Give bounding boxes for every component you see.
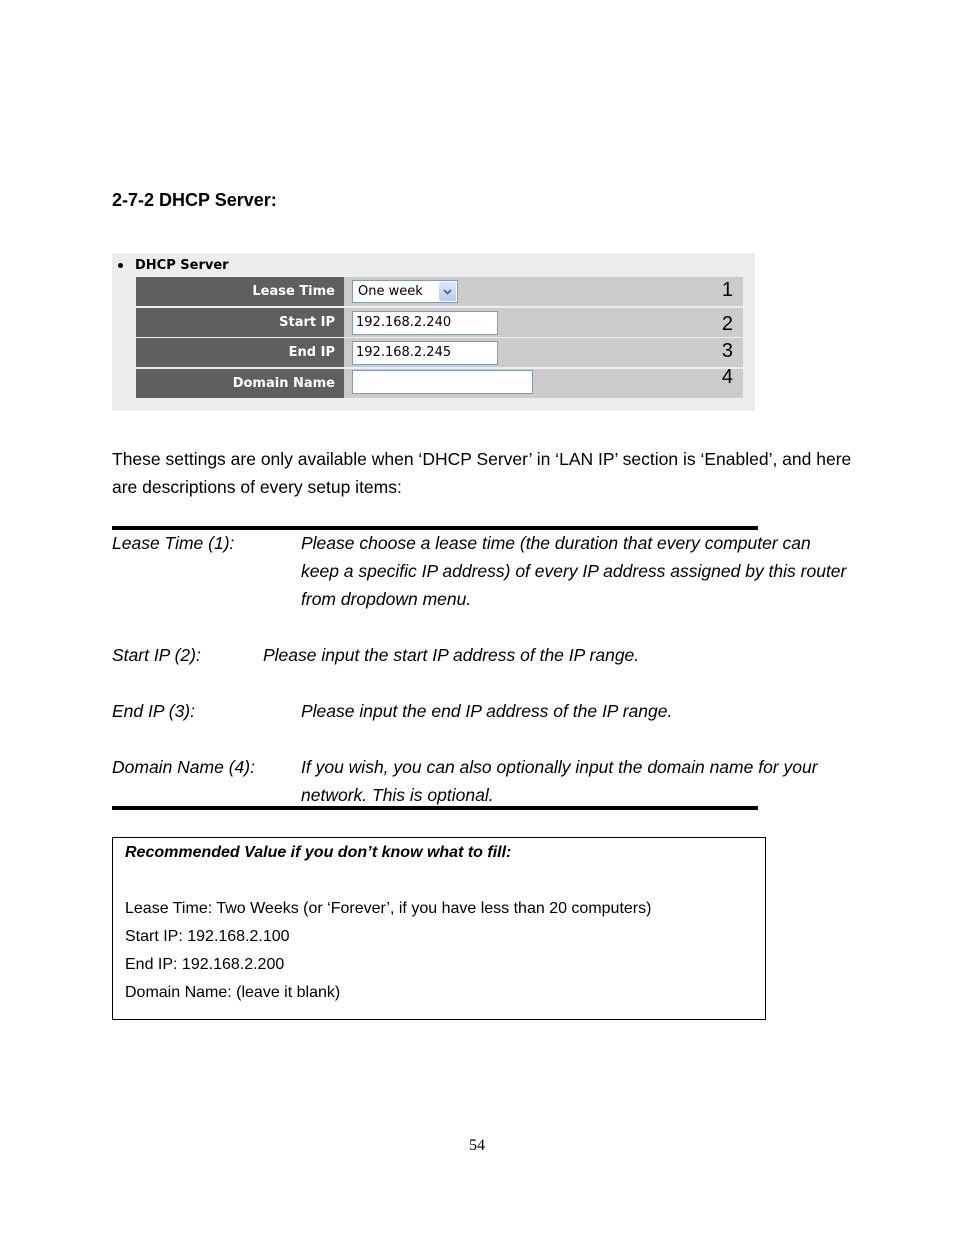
description-definition: Please choose a lease time (the duration… — [301, 533, 847, 609]
panel-title-text: DHCP Server — [135, 258, 229, 273]
callout-number: 2 — [721, 313, 733, 335]
description-definition: Please input the start IP address of the… — [263, 645, 640, 665]
dhcp-server-panel: DHCP Server Lease Time One week 1 Start … — [112, 253, 755, 411]
panel-title: DHCP Server — [118, 258, 229, 273]
intro-paragraph: These settings are only available when ‘… — [112, 449, 852, 497]
callout-number: 1 — [721, 279, 733, 301]
description-definition: If you wish, you can also optionally inp… — [301, 757, 818, 805]
recommended-line: End IP: 192.168.2.200 — [125, 956, 285, 973]
section-heading: 2-7-2 DHCP Server: — [112, 190, 277, 210]
description-term: Lease Time (1): — [112, 533, 235, 553]
chevron-down-icon — [443, 288, 452, 295]
recommended-title: Recommended Value if you don’t know what… — [125, 844, 512, 861]
domain-name-input[interactable] — [352, 370, 533, 394]
description-term: Domain Name (4): — [112, 757, 255, 777]
domain-name-cell: 4 — [346, 366, 743, 398]
description-definition: Please input the end IP address of the I… — [301, 701, 673, 721]
end-ip-row: End IP 192.168.2.245 3 — [136, 338, 743, 367]
start-ip-cell: 192.168.2.240 2 — [346, 308, 743, 337]
lease-time-row: Lease Time One week 1 — [136, 277, 743, 306]
start-ip-row: Start IP 192.168.2.240 2 — [136, 308, 743, 337]
bullet-icon — [118, 263, 123, 268]
start-ip-label: Start IP — [136, 308, 346, 337]
end-ip-cell: 192.168.2.245 3 — [346, 338, 743, 367]
lease-time-label: Lease Time — [136, 277, 346, 306]
recommended-line: Lease Time: Two Weeks (or ‘Forever’, if … — [125, 900, 652, 917]
description-term: Start IP (2): — [112, 645, 201, 665]
lease-time-cell: One week 1 — [346, 277, 743, 306]
recommended-line: Start IP: 192.168.2.100 — [125, 928, 290, 945]
page-number: 54 — [469, 1137, 485, 1154]
domain-name-row: Domain Name 4 — [136, 366, 743, 398]
end-ip-label: End IP — [136, 338, 346, 367]
description-term: End IP (3): — [112, 701, 195, 721]
domain-name-label: Domain Name — [136, 369, 346, 398]
callout-number: 3 — [721, 340, 733, 362]
lease-time-select[interactable]: One week — [352, 280, 458, 303]
start-ip-input[interactable]: 192.168.2.240 — [352, 311, 498, 335]
dropdown-button[interactable] — [439, 282, 456, 301]
end-ip-input[interactable]: 192.168.2.245 — [352, 341, 498, 365]
recommended-values-box: Recommended Value if you don’t know what… — [112, 837, 766, 1020]
callout-number: 4 — [721, 366, 733, 388]
divider-bottom — [112, 806, 758, 810]
lease-time-selected-value: One week — [358, 284, 423, 299]
recommended-line: Domain Name: (leave it blank) — [125, 984, 341, 1001]
